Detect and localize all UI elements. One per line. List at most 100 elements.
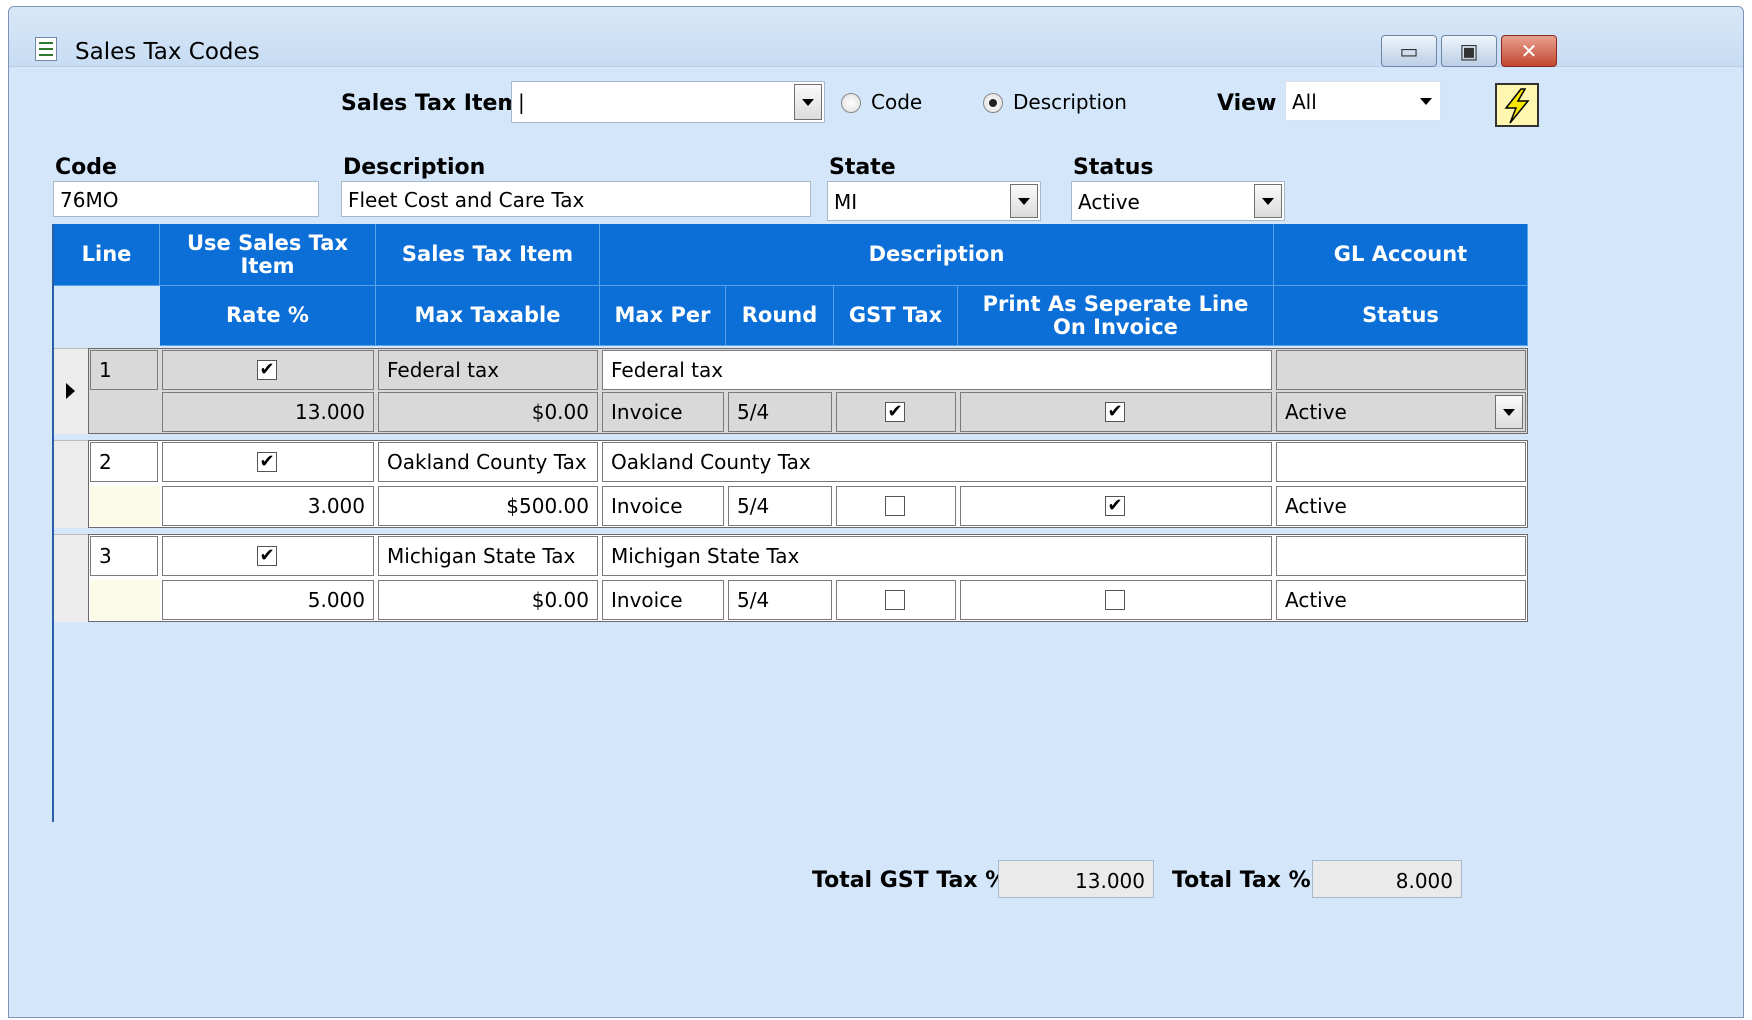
- status-dropdown-button[interactable]: [1254, 184, 1282, 218]
- checkbox-checked-icon[interactable]: ✔: [257, 360, 277, 380]
- view-value: All: [1292, 90, 1317, 114]
- code-radio-label: Code: [871, 90, 923, 114]
- cell-round[interactable]: 5/4: [728, 486, 832, 526]
- checkbox-unchecked-icon[interactable]: [885, 590, 905, 610]
- header-gst-tax[interactable]: GST Tax: [834, 286, 958, 346]
- total-tax-label: Total Tax %: [1172, 868, 1311, 893]
- cell-gl-account[interactable]: [1276, 350, 1526, 390]
- header-status[interactable]: Status: [1274, 286, 1528, 346]
- header-gl-account[interactable]: GL Account: [1274, 224, 1528, 286]
- description-label: Description: [343, 155, 486, 180]
- cell-description[interactable]: Michigan State Tax: [602, 536, 1272, 576]
- row-selector[interactable]: [54, 534, 88, 622]
- close-button[interactable]: ✕: [1501, 35, 1557, 67]
- checkbox-unchecked-icon[interactable]: [885, 496, 905, 516]
- cell-line[interactable]: 3: [90, 536, 158, 576]
- cell-gst-tax[interactable]: ✔: [836, 392, 956, 432]
- sales-tax-grid: Line Use Sales Tax Item Sales Tax Item D…: [52, 224, 1528, 822]
- code-label: Code: [55, 155, 117, 180]
- cell-max-per[interactable]: Invoice: [602, 486, 724, 526]
- cell-round[interactable]: 5/4: [728, 580, 832, 620]
- cell-use-sales-tax-item[interactable]: ✔: [162, 350, 374, 390]
- refresh-lightning-button[interactable]: [1495, 83, 1539, 127]
- chevron-down-icon: [1503, 409, 1515, 416]
- list-icon: [35, 37, 57, 61]
- lightning-icon: [1504, 88, 1530, 124]
- header-rate[interactable]: Rate %: [160, 286, 376, 346]
- minimize-icon: ▭: [1399, 39, 1419, 63]
- header-description[interactable]: Description: [600, 224, 1274, 286]
- row-selector[interactable]: [54, 348, 88, 434]
- cell-status: Active: [1285, 400, 1347, 424]
- row-pointer-icon: [66, 383, 75, 399]
- cell-line[interactable]: 2: [90, 442, 158, 482]
- state-label: State: [829, 155, 896, 180]
- chevron-down-icon: [1420, 98, 1432, 105]
- chevron-down-icon: [1262, 198, 1274, 205]
- minimize-button[interactable]: ▭: [1381, 35, 1437, 67]
- cell-description[interactable]: Oakland County Tax: [602, 442, 1272, 482]
- code-radio[interactable]: [841, 93, 861, 113]
- cell-gst-tax[interactable]: [836, 486, 956, 526]
- cell-rate[interactable]: 13.000: [162, 392, 374, 432]
- status-select[interactable]: Active: [1071, 181, 1285, 221]
- description-field[interactable]: Fleet Cost and Care Tax: [341, 181, 811, 217]
- code-field[interactable]: 76MO: [53, 181, 319, 217]
- cell-max-taxable[interactable]: $0.00: [378, 580, 598, 620]
- cell-line[interactable]: 1: [90, 350, 158, 390]
- cell-print-separate-line[interactable]: ✔: [960, 392, 1272, 432]
- maximize-icon: ▣: [1459, 39, 1479, 63]
- header-round[interactable]: Round: [726, 286, 834, 346]
- cell-use-sales-tax-item[interactable]: ✔: [162, 442, 374, 482]
- view-select[interactable]: All: [1285, 81, 1441, 121]
- sales-tax-item-label: Sales Tax Item: [341, 91, 521, 116]
- sales-tax-item-dropdown-button[interactable]: [794, 84, 822, 120]
- checkbox-checked-icon[interactable]: ✔: [257, 546, 277, 566]
- total-gst-tax-label: Total GST Tax %: [812, 868, 1008, 893]
- cell-rate[interactable]: 5.000: [162, 580, 374, 620]
- sales-tax-item-combo[interactable]: |: [511, 81, 825, 123]
- checkbox-unchecked-icon[interactable]: [1105, 590, 1125, 610]
- cell-print-separate-line[interactable]: [960, 580, 1272, 620]
- state-dropdown-button[interactable]: [1010, 184, 1038, 218]
- state-value: MI: [834, 190, 858, 214]
- maximize-button[interactable]: ▣: [1441, 35, 1497, 67]
- checkbox-checked-icon[interactable]: ✔: [885, 402, 905, 422]
- header-line[interactable]: Line: [54, 224, 160, 286]
- cell-gl-account[interactable]: [1276, 536, 1526, 576]
- sales-tax-item-value: |: [518, 90, 525, 114]
- cell-rate[interactable]: 3.000: [162, 486, 374, 526]
- cell-max-per[interactable]: Invoice: [602, 580, 724, 620]
- cell-max-taxable[interactable]: $0.00: [378, 392, 598, 432]
- cell-sales-tax-item[interactable]: Michigan State Tax: [378, 536, 598, 576]
- cell-print-separate-line[interactable]: ✔: [960, 486, 1272, 526]
- description-radio-label: Description: [1013, 90, 1127, 114]
- cell-gst-tax[interactable]: [836, 580, 956, 620]
- checkbox-checked-icon[interactable]: ✔: [1105, 402, 1125, 422]
- checkbox-checked-icon[interactable]: ✔: [257, 452, 277, 472]
- cell-use-sales-tax-item[interactable]: ✔: [162, 536, 374, 576]
- row-selector[interactable]: [54, 440, 88, 528]
- cell-sales-tax-item[interactable]: Federal tax: [378, 350, 598, 390]
- cell-status[interactable]: Active: [1276, 486, 1526, 526]
- header-max-taxable[interactable]: Max Taxable: [376, 286, 600, 346]
- header-max-per[interactable]: Max Per: [600, 286, 726, 346]
- state-select[interactable]: MI: [827, 181, 1041, 221]
- cell-description[interactable]: Federal tax: [602, 350, 1272, 390]
- header-sales-tax-item[interactable]: Sales Tax Item: [376, 224, 600, 286]
- cell-max-per[interactable]: Invoice: [602, 392, 724, 432]
- description-radio[interactable]: [983, 93, 1003, 113]
- cell-status-select[interactable]: Active: [1276, 392, 1526, 432]
- status-value: Active: [1078, 190, 1140, 214]
- cell-status[interactable]: Active: [1276, 580, 1526, 620]
- header-print-separate-line[interactable]: Print As Seperate Line On Invoice: [958, 286, 1274, 346]
- cell-max-taxable[interactable]: $500.00: [378, 486, 598, 526]
- status-dropdown-button[interactable]: [1495, 395, 1523, 429]
- header-use-sales-tax-item[interactable]: Use Sales Tax Item: [160, 224, 376, 286]
- cell-sales-tax-item[interactable]: Oakland County Tax: [378, 442, 598, 482]
- cell-blank: [90, 392, 158, 432]
- cell-gl-account[interactable]: [1276, 442, 1526, 482]
- view-label: View: [1217, 91, 1277, 116]
- cell-round[interactable]: 5/4: [728, 392, 832, 432]
- checkbox-checked-icon[interactable]: ✔: [1105, 496, 1125, 516]
